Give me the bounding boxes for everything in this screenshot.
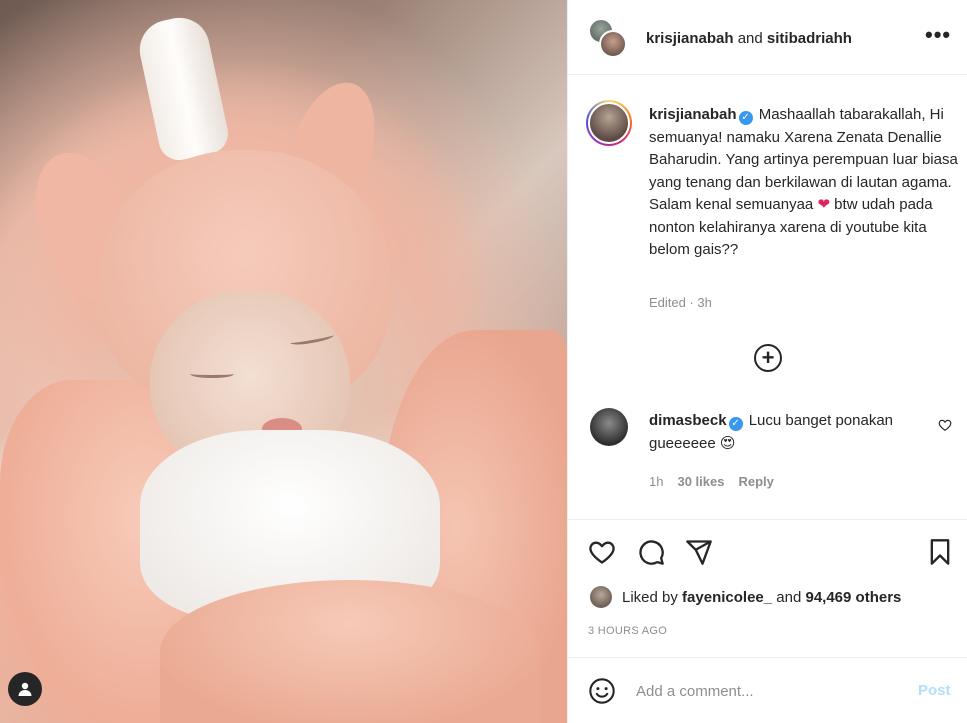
heart-eyes-emoji: 😍 xyxy=(719,434,736,452)
liked-by-mid: and xyxy=(772,588,806,606)
post-header: krisjianabah and sitibadriahh ••• xyxy=(568,0,967,75)
post-side-panel: krisjianabah and sitibadriahh ••• krisji… xyxy=(567,0,967,723)
comment-like-icon[interactable] xyxy=(938,418,952,435)
heart-icon[interactable] xyxy=(588,538,616,566)
comment-likes-count[interactable]: 30 likes xyxy=(677,474,724,489)
bookmark-icon[interactable] xyxy=(926,538,954,566)
caption-meta: Edited · 3h xyxy=(649,295,712,310)
likes-others-count[interactable]: 94,469 others xyxy=(805,589,901,606)
commenter-avatar[interactable] xyxy=(590,408,628,446)
verified-badge-icon: ✓ xyxy=(728,417,743,431)
comment-input[interactable] xyxy=(636,678,906,704)
blanket-bottom xyxy=(160,580,540,723)
collab-avatars[interactable] xyxy=(588,18,630,60)
post-authors: krisjianabah and sitibadriahh xyxy=(646,30,852,47)
reply-button[interactable]: Reply xyxy=(738,474,773,489)
liker-username[interactable]: fayenicolee_ xyxy=(682,589,772,606)
liked-by-prefix: Liked by xyxy=(622,588,678,606)
baby-eye-left xyxy=(190,370,234,378)
tagged-users-button[interactable] xyxy=(8,672,42,706)
caption-avatar[interactable] xyxy=(586,100,632,146)
comment-icon[interactable] xyxy=(637,538,665,566)
load-more-comments-button[interactable]: + xyxy=(754,344,782,372)
comment-time: 1h xyxy=(649,474,664,489)
hat-horn xyxy=(134,12,232,164)
more-options-icon[interactable]: ••• xyxy=(925,24,951,46)
caption-username[interactable]: krisjianabah xyxy=(649,106,737,123)
authors-conjunction: and xyxy=(733,30,767,47)
post-timestamp[interactable]: 3 HOURS AGO xyxy=(588,625,667,637)
share-icon[interactable] xyxy=(685,538,713,566)
liker-avatar[interactable] xyxy=(590,586,612,608)
comment-text: dimasbeck ✓ Lucu banget ponakan gueeeeee … xyxy=(649,410,919,455)
emoji-icon[interactable] xyxy=(588,677,616,705)
commenter-username[interactable]: dimasbeck xyxy=(649,412,727,429)
author-link-1[interactable]: krisjianabah xyxy=(646,30,734,47)
verified-badge-icon: ✓ xyxy=(738,111,753,125)
avatar xyxy=(599,30,627,58)
post-photo[interactable] xyxy=(0,0,567,723)
post-actions: Liked by fayenicolee_ and 94,469 others … xyxy=(568,519,967,639)
caption-text: krisjianabah ✓ Mashaallah tabarakallah, H… xyxy=(649,104,959,262)
comment-meta: 1h 30 likes Reply xyxy=(649,474,774,489)
author-link-2[interactable]: sitibadriahh xyxy=(767,30,852,47)
likes-summary: Liked by fayenicolee_ and 94,469 others xyxy=(590,586,901,608)
person-icon xyxy=(18,682,32,696)
add-comment-bar: Post xyxy=(568,657,967,723)
red-heart-emoji: ❤ xyxy=(817,196,831,213)
post-comment-button[interactable]: Post xyxy=(918,682,951,699)
